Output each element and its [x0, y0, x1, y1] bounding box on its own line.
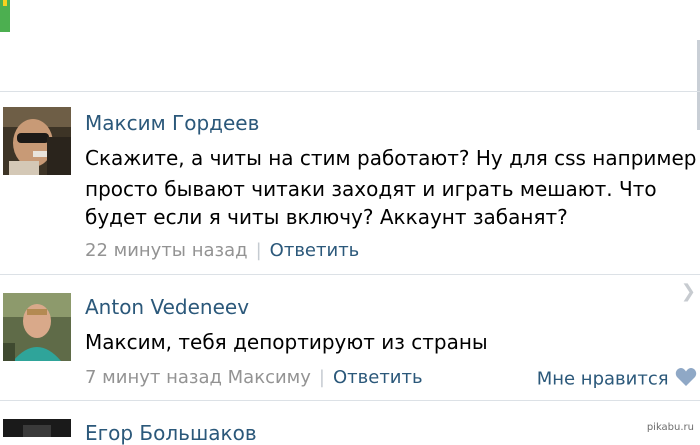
- separator: |: [255, 240, 262, 261]
- comment-meta: 7 минут назад Максиму | Ответить: [85, 367, 423, 388]
- reply-link[interactable]: Ответить: [270, 240, 360, 261]
- separator: |: [318, 367, 325, 388]
- comment-author[interactable]: Егор Большаков: [85, 421, 257, 445]
- like-label: Мне нравится: [536, 368, 669, 390]
- avatar[interactable]: [3, 107, 71, 175]
- heart-icon: [675, 367, 697, 392]
- avatar[interactable]: [3, 293, 71, 361]
- comment-text-line: будет если я читы включу? Аккаунт забаня…: [85, 205, 568, 229]
- comment-time[interactable]: 7 минут назад Максиму: [85, 367, 311, 388]
- arrow-icon[interactable]: ❯: [681, 281, 696, 302]
- watermark: pikabu.ru: [646, 422, 694, 433]
- comment-text-line: Максим, тебя депортируют из страны: [85, 330, 488, 354]
- reply-link[interactable]: Ответить: [333, 367, 423, 388]
- divider: [0, 400, 700, 401]
- comment-time[interactable]: 22 минуты назад: [85, 240, 248, 261]
- avatar[interactable]: [3, 419, 71, 437]
- divider: [0, 274, 700, 275]
- like-button[interactable]: Мне нравится2: [537, 367, 700, 392]
- comment-meta: 22 минуты назад | Ответить: [85, 240, 359, 261]
- comment-text-line: Скажите, а читы на стим работают? Ну для…: [85, 146, 697, 170]
- comment-author[interactable]: Anton Vedeneev: [85, 295, 249, 319]
- corner-logo: [0, 0, 10, 32]
- divider: [0, 91, 700, 92]
- comment-author[interactable]: Максим Гордеев: [85, 111, 259, 135]
